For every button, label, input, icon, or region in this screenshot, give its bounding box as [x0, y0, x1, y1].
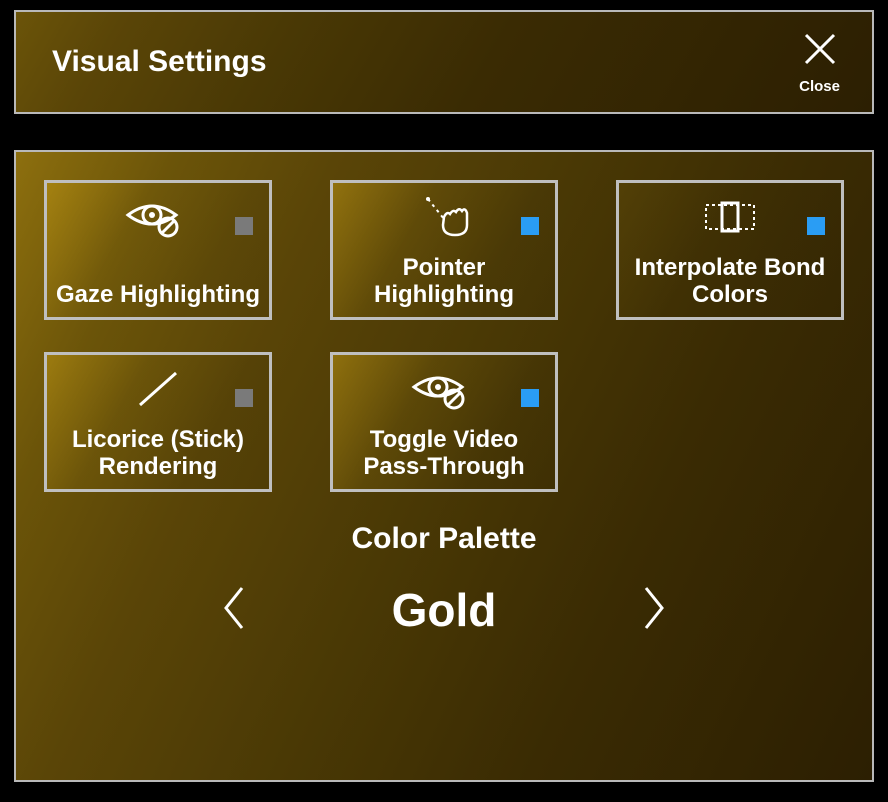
bond-box-icon — [694, 193, 766, 241]
chevron-left-icon — [220, 584, 248, 637]
tile-video-passthrough[interactable]: Toggle Video Pass-Through — [330, 352, 558, 492]
tile-licorice-rendering[interactable]: Licorice (Stick) Rendering — [44, 352, 272, 492]
tile-interpolate-bond-colors[interactable]: Interpolate Bond Colors — [616, 180, 844, 320]
tile-gaze-highlighting[interactable]: Gaze Highlighting — [44, 180, 272, 320]
main-panel: Gaze Highlighting Pointer Highlighting — [14, 150, 874, 782]
stick-line-icon — [122, 365, 194, 413]
toggle-indicator — [807, 217, 825, 235]
palette-next-button[interactable] — [634, 580, 674, 640]
toggle-indicator — [521, 217, 539, 235]
chevron-right-icon — [640, 584, 668, 637]
color-palette-selector: Gold — [42, 580, 846, 640]
tile-grid: Gaze Highlighting Pointer Highlighting — [42, 180, 846, 492]
toggle-indicator — [521, 389, 539, 407]
tile-label: Pointer Highlighting — [339, 254, 549, 309]
tile-pointer-highlighting[interactable]: Pointer Highlighting — [330, 180, 558, 320]
palette-prev-button[interactable] — [214, 580, 254, 640]
close-button[interactable]: Close — [799, 29, 840, 95]
close-icon — [800, 29, 840, 74]
color-palette-value: Gold — [374, 583, 514, 637]
panel-title: Visual Settings — [52, 45, 267, 79]
close-label: Close — [799, 78, 840, 95]
color-palette-heading: Color Palette — [42, 522, 846, 556]
toggle-indicator — [235, 217, 253, 235]
eye-off-icon — [122, 193, 194, 241]
toggle-indicator — [235, 389, 253, 407]
tile-label: Gaze Highlighting — [56, 281, 260, 309]
tile-label: Interpolate Bond Colors — [625, 254, 835, 309]
header-panel: Visual Settings Close — [14, 10, 874, 114]
tile-label: Toggle Video Pass-Through — [339, 426, 549, 481]
color-palette-section: Color Palette Gold — [42, 522, 846, 640]
tile-label: Licorice (Stick) Rendering — [53, 426, 263, 481]
eye-off-icon — [408, 365, 480, 413]
pointer-hand-icon — [408, 193, 480, 241]
